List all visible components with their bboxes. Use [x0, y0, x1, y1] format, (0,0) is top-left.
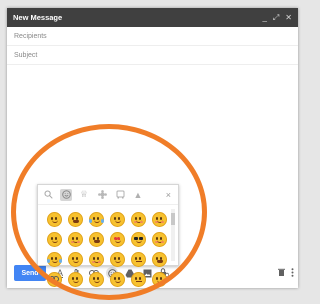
emoji-grin[interactable] — [107, 269, 127, 289]
grin-emoji-icon — [46, 211, 62, 227]
emoji-smile-eyes[interactable] — [149, 209, 169, 229]
emoji-grid — [44, 209, 170, 289]
triangle-tab-icon[interactable]: ▲ — [132, 189, 144, 201]
emoji-glasses[interactable] — [44, 269, 64, 289]
emoji-wink[interactable] — [65, 249, 85, 269]
emoji-grin[interactable] — [44, 229, 64, 249]
emoji-heart-eyes[interactable] — [107, 229, 127, 249]
more-icon[interactable] — [291, 267, 294, 279]
emoji-blush[interactable] — [149, 229, 169, 249]
trash-icon[interactable] — [278, 268, 285, 279]
close-picker-icon[interactable]: × — [166, 190, 171, 200]
sweat-emoji-icon — [46, 251, 62, 267]
tears-of-joy-emoji-icon — [88, 211, 104, 227]
emoji-smile[interactable] — [149, 269, 169, 289]
grin-emoji-icon — [67, 271, 83, 287]
emoji-tears-of-joy[interactable] — [86, 209, 106, 229]
emoji-picker: ♕ ▲ × — [37, 184, 179, 287]
emoji-grin[interactable] — [65, 269, 85, 289]
blush-emoji-icon — [88, 251, 104, 267]
flat-emoji-icon — [130, 251, 146, 267]
grin-emoji-icon — [46, 231, 62, 247]
smile-emoji-icon — [151, 271, 167, 287]
sunglasses-emoji-icon — [130, 231, 146, 247]
picker-scrollbar[interactable] — [171, 209, 175, 261]
compose-title: New Message — [13, 13, 63, 22]
emoji-wink[interactable] — [86, 269, 106, 289]
compose-titlebar: New Message _ ⤢ ✕ — [7, 8, 298, 27]
blush-emoji-icon — [130, 211, 146, 227]
emoji-flat[interactable] — [128, 249, 148, 269]
emoji-flat[interactable] — [128, 269, 148, 289]
grin-wide-emoji-icon — [67, 211, 83, 227]
wink-emoji-icon — [88, 271, 104, 287]
flower-tab-icon[interactable] — [96, 189, 108, 201]
subject-placeholder: Subject — [14, 51, 38, 59]
emoji-blush[interactable] — [65, 229, 85, 249]
smile-eyes-emoji-icon — [151, 211, 167, 227]
search-icon[interactable] — [42, 189, 54, 201]
emoji-grin-wide[interactable] — [86, 229, 106, 249]
emoji-sunglasses[interactable] — [128, 229, 148, 249]
emoji-grin[interactable] — [107, 249, 127, 269]
grin-emoji-icon — [109, 251, 125, 267]
car-tab-icon[interactable] — [114, 189, 126, 201]
flat-emoji-icon — [130, 271, 146, 287]
glasses-emoji-icon — [46, 271, 62, 287]
close-icon[interactable]: ✕ — [285, 13, 292, 23]
crown-tab-icon[interactable]: ♕ — [78, 189, 90, 201]
emoji-open[interactable] — [149, 249, 169, 269]
heart-eyes-emoji-icon — [109, 231, 125, 247]
scrollbar-thumb[interactable] — [171, 213, 175, 225]
smiley-tab-icon[interactable] — [60, 188, 72, 201]
window-controls: _ ⤢ ✕ — [262, 13, 292, 23]
blush-emoji-icon — [151, 231, 167, 247]
grin-emoji-icon — [109, 271, 125, 287]
send-button[interactable]: Send — [14, 265, 46, 281]
recipients-field[interactable]: Recipients — [7, 27, 298, 46]
emoji-blush[interactable] — [128, 209, 148, 229]
open-emoji-icon — [151, 251, 167, 267]
grin-wide-emoji-icon — [88, 231, 104, 247]
right-actions — [278, 267, 298, 279]
emoji-smile[interactable] — [107, 209, 127, 229]
blush-emoji-icon — [67, 231, 83, 247]
emoji-sweat[interactable] — [44, 249, 64, 269]
emoji-grin[interactable] — [44, 209, 64, 229]
wink-emoji-icon — [67, 251, 83, 267]
subject-field[interactable]: Subject — [7, 46, 298, 65]
minimize-icon[interactable]: _ — [262, 13, 266, 23]
emoji-grin-wide[interactable] — [65, 209, 85, 229]
smile-emoji-icon — [109, 211, 125, 227]
expand-icon[interactable]: ⤢ — [273, 13, 279, 23]
recipients-placeholder: Recipients — [14, 32, 47, 40]
emoji-category-tabs: ♕ ▲ × — [38, 185, 178, 205]
emoji-blush[interactable] — [86, 249, 106, 269]
